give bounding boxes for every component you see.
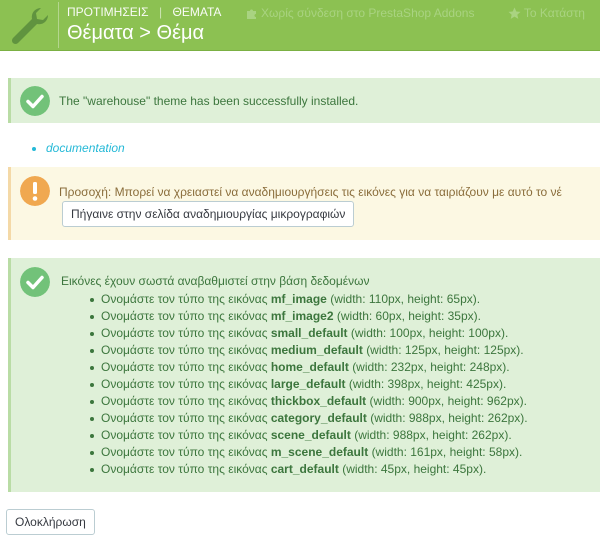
- documentation-list: documentation: [30, 141, 125, 155]
- image-type-prefix: Ονομάστε τον τύπο της εικόνας: [101, 326, 268, 340]
- breadcrumb-item-themes[interactable]: ΘΕΜΑΤΑ: [173, 5, 222, 19]
- image-type-name: cart_default: [270, 462, 339, 476]
- puzzle-icon: [247, 9, 256, 19]
- list-item: Ονομάστε τον τύπο της εικόνας medium_def…: [89, 342, 528, 359]
- breadcrumb-separator: |: [158, 5, 163, 19]
- store-link[interactable]: Το Κατάστη: [508, 6, 585, 20]
- list-item: Ονομάστε τον τύπο της εικόνας cart_defau…: [89, 461, 528, 478]
- image-types-updated-alert: Εικόνες έχουν σωστά αναβαθμιστεί στην βά…: [8, 258, 600, 492]
- list-item: Ονομάστε τον τύπο της εικόνας thickbox_d…: [89, 393, 528, 410]
- breadcrumb-item-preferences[interactable]: ΠΡΟΤΙΜΗΣΕΙΣ: [67, 5, 149, 19]
- image-type-detail: (width: 125px, height: 125px).: [366, 343, 524, 357]
- image-type-detail: (width: 60px, height: 35px).: [336, 309, 481, 323]
- image-type-detail: (width: 900px, height: 962px).: [369, 394, 527, 408]
- list-item: Ονομάστε τον τύπο της εικόνας large_defa…: [89, 376, 528, 393]
- image-type-detail: (width: 232px, height: 248px).: [352, 360, 510, 374]
- image-type-name: mf_image: [270, 292, 327, 306]
- list-item: Ονομάστε τον τύπο της εικόνας scene_defa…: [89, 427, 528, 444]
- page-header: ΠΡΟΤΙΜΗΣΕΙΣ | ΘΕΜΑΤΑ Θέματα > Θέμα Χωρίς σ…: [0, 0, 600, 51]
- image-type-prefix: Ονομάστε τον τύπο της εικόνας: [101, 343, 268, 357]
- header-toolbar: Χωρίς σύνδεση στο PrestaShop Addons Το Κ…: [245, 6, 600, 23]
- image-types-list: Ονομάστε τον τύπο της εικόνας mf_image (…: [89, 291, 528, 478]
- image-type-prefix: Ονομάστε τον τύπο της εικόνας: [101, 292, 268, 306]
- image-type-name: mf_image2: [270, 309, 334, 323]
- image-type-prefix: Ονομάστε τον τύπο της εικόνας: [101, 428, 268, 442]
- store-label: Το Κατάστη: [523, 6, 585, 20]
- documentation-link[interactable]: documentation: [46, 141, 125, 155]
- addons-connect-label: Χωρίς σύνδεση στο PrestaShop Addons: [261, 6, 475, 20]
- check-circle-icon: [20, 86, 50, 116]
- image-type-name: thickbox_default: [270, 394, 367, 408]
- header-divider: [58, 2, 59, 48]
- image-type-name: large_default: [270, 377, 346, 391]
- wrench-icon: [11, 7, 49, 45]
- image-type-name: home_default: [270, 360, 349, 374]
- image-type-detail: (width: 161px, height: 58px).: [371, 445, 523, 459]
- image-type-detail: (width: 110px, height: 65px).: [330, 292, 481, 306]
- image-type-prefix: Ονομάστε τον τύπο της εικόνας: [101, 445, 268, 459]
- list-item: Ονομάστε τον τύπο της εικόνας category_d…: [89, 410, 528, 427]
- image-type-name: m_scene_default: [270, 445, 369, 459]
- exclamation-circle-icon: [20, 176, 50, 206]
- image-type-prefix: Ονομάστε τον τύπο της εικόνας: [101, 411, 268, 425]
- list-item: Ονομάστε τον τύπο της εικόνας home_defau…: [89, 359, 528, 376]
- star-icon: [508, 7, 521, 19]
- image-type-name: small_default: [270, 326, 348, 340]
- theme-installed-message: The "warehouse" theme has been successfu…: [59, 94, 359, 108]
- finish-button[interactable]: Ολοκλήρωση: [6, 509, 95, 535]
- image-type-prefix: Ονομάστε τον τύπο της εικόνας: [101, 394, 268, 408]
- image-type-name: scene_default: [270, 428, 351, 442]
- list-item: Ονομάστε τον τύπο της εικόνας m_scene_de…: [89, 444, 528, 461]
- image-type-detail: (width: 988px, height: 262px).: [354, 428, 512, 442]
- image-type-name: medium_default: [270, 343, 363, 357]
- image-type-detail: (width: 100px, height: 100px).: [350, 326, 509, 340]
- list-item: Ονομάστε τον τύπο της εικόνας mf_image2 …: [89, 308, 528, 325]
- image-type-name: category_default: [270, 411, 367, 425]
- image-type-detail: (width: 45px, height: 45px).: [342, 462, 487, 476]
- page-title: Θέματα > Θέμα: [67, 22, 205, 44]
- warning-message: Προσοχή: Μπορεί να χρειαστεί να αναδημιο…: [59, 185, 562, 199]
- image-type-prefix: Ονομάστε τον τύπο της εικόνας: [101, 360, 268, 374]
- image-type-detail: (width: 398px, height: 425px).: [348, 377, 507, 391]
- image-type-prefix: Ονομάστε τον τύπο της εικόνας: [101, 462, 268, 476]
- regenerate-images-warning: Προσοχή: Μπορεί να χρειαστεί να αναδημιο…: [8, 167, 600, 240]
- list-item: Ονομάστε τον τύπο της εικόνας mf_image (…: [89, 291, 528, 308]
- regenerate-thumbnails-button[interactable]: Πήγαινε στην σελίδα αναδημιουργίας μικρο…: [62, 201, 355, 227]
- image-types-updated-message: Εικόνες έχουν σωστά αναβαθμιστεί στην βά…: [61, 274, 370, 288]
- list-item: Ονομάστε τον τύπο της εικόνας small_defa…: [89, 325, 528, 342]
- image-type-prefix: Ονομάστε τον τύπο της εικόνας: [101, 377, 268, 391]
- addons-connect-link[interactable]: Χωρίς σύνδεση στο PrestaShop Addons: [245, 6, 474, 20]
- image-type-prefix: Ονομάστε τον τύπο της εικόνας: [101, 309, 268, 323]
- list-item: documentation: [30, 141, 125, 155]
- breadcrumb: ΠΡΟΤΙΜΗΣΕΙΣ | ΘΕΜΑΤΑ: [67, 5, 221, 19]
- check-circle-icon: [20, 267, 50, 297]
- theme-installed-alert: The "warehouse" theme has been successfu…: [8, 78, 600, 123]
- image-type-detail: (width: 988px, height: 262px).: [370, 411, 528, 425]
